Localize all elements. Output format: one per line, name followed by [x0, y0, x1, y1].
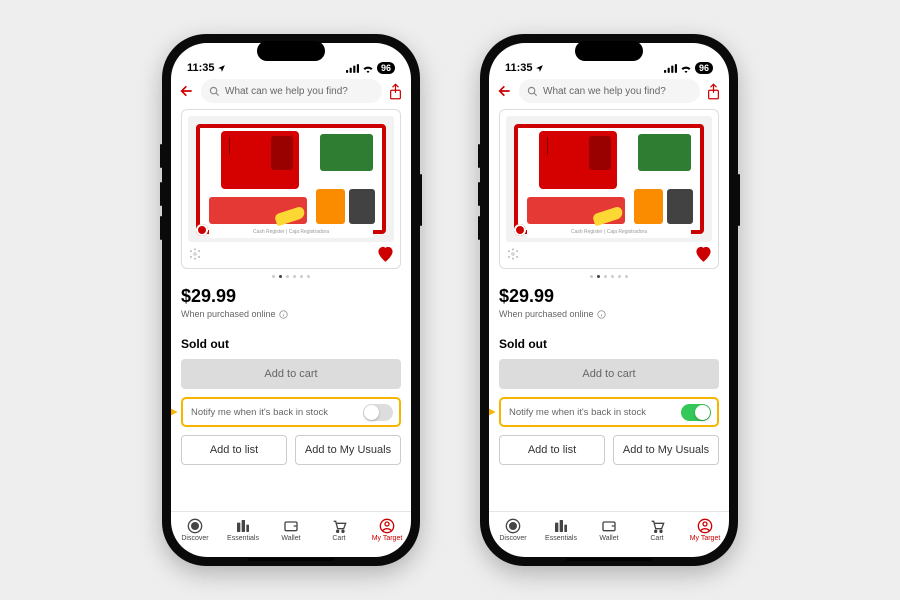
status-time: 11:35 — [187, 62, 215, 74]
battery-pill: 96 — [695, 62, 713, 74]
notify-row: Notify me when it's back in stock — [181, 397, 401, 427]
tab-discover[interactable]: Discover — [489, 512, 537, 547]
add-to-usuals-button[interactable]: Add to My Usuals — [613, 435, 719, 465]
tab-discover[interactable]: Discover — [171, 512, 219, 547]
cell-signal-icon — [664, 64, 677, 73]
dynamic-island — [575, 41, 643, 61]
add-to-usuals-button[interactable]: Add to My Usuals — [295, 435, 401, 465]
favorite-icon[interactable] — [377, 246, 394, 262]
share-icon[interactable] — [388, 83, 403, 100]
screen: 11:35 96 What can we help you find? — [489, 43, 729, 557]
search-icon — [209, 86, 220, 97]
cart-icon — [331, 518, 347, 534]
cell-signal-icon — [346, 64, 359, 73]
account-icon — [697, 518, 713, 534]
product-card: Cash Register | Caja Registradora — [499, 109, 719, 269]
home-indicator[interactable] — [566, 558, 652, 562]
tab-essentials[interactable]: Essentials — [537, 512, 585, 547]
share-icon[interactable] — [706, 83, 721, 100]
stock-status: Sold out — [499, 337, 719, 351]
product-image[interactable]: Cash Register | Caja Registradora — [188, 116, 394, 242]
notify-label: Notify me when it's back in stock — [509, 407, 646, 418]
product-image[interactable]: Cash Register | Caja Registradora — [506, 116, 712, 242]
price-context: When purchased online — [181, 309, 401, 319]
home-indicator[interactable] — [248, 558, 334, 562]
add-to-list-button[interactable]: Add to list — [499, 435, 605, 465]
tab-mytarget[interactable]: My Target — [363, 512, 411, 547]
add-to-cart-button[interactable]: Add to cart — [181, 359, 401, 389]
tab-cart[interactable]: Cart — [633, 512, 681, 547]
callout-arrow-icon — [171, 401, 181, 423]
location-icon — [535, 64, 544, 73]
tab-mytarget[interactable]: My Target — [681, 512, 729, 547]
screen: 11:35 96 What can we help you find? — [171, 43, 411, 557]
search-row: What can we help you find? — [489, 75, 729, 109]
essentials-icon — [553, 518, 569, 534]
back-icon[interactable] — [497, 83, 513, 99]
essentials-icon — [235, 518, 251, 534]
ar-view-icon[interactable] — [188, 247, 202, 261]
stock-status: Sold out — [181, 337, 401, 351]
search-row: What can we help you find? — [171, 75, 411, 109]
price-context: When purchased online — [499, 309, 719, 319]
account-icon — [379, 518, 395, 534]
dynamic-island — [257, 41, 325, 61]
carousel-dots[interactable] — [499, 275, 719, 278]
tab-bar: Discover Essentials Wallet Cart My Targe… — [489, 511, 729, 557]
tab-essentials[interactable]: Essentials — [219, 512, 267, 547]
info-icon[interactable] — [597, 310, 606, 319]
add-to-cart-button[interactable]: Add to cart — [499, 359, 719, 389]
notify-toggle[interactable] — [681, 404, 711, 421]
phone-mockup-left: 11:35 96 What can we help you find? — [162, 34, 420, 566]
carousel-dots[interactable] — [181, 275, 401, 278]
search-input[interactable]: What can we help you find? — [519, 79, 700, 103]
content: Cash Register | Caja Registradora $29.99… — [489, 109, 729, 511]
ar-view-icon[interactable] — [506, 247, 520, 261]
phone-mockup-right: 11:35 96 What can we help you find? — [480, 34, 738, 566]
info-icon[interactable] — [279, 310, 288, 319]
tab-bar: Discover Essentials Wallet Cart My Targe… — [171, 511, 411, 557]
callout-arrow-icon — [489, 401, 499, 423]
notify-label: Notify me when it's back in stock — [191, 407, 328, 418]
price: $29.99 — [499, 286, 719, 307]
status-time: 11:35 — [505, 62, 533, 74]
wifi-icon — [680, 64, 692, 73]
target-logo-icon — [187, 518, 203, 534]
favorite-icon[interactable] — [695, 246, 712, 262]
search-placeholder: What can we help you find? — [225, 86, 348, 97]
search-icon — [527, 86, 538, 97]
content: Cash Register | Caja Registradora $29.99… — [171, 109, 411, 511]
notify-toggle[interactable] — [363, 404, 393, 421]
tab-wallet[interactable]: Wallet — [585, 512, 633, 547]
search-input[interactable]: What can we help you find? — [201, 79, 382, 103]
wifi-icon — [362, 64, 374, 73]
target-logo-icon — [505, 518, 521, 534]
back-icon[interactable] — [179, 83, 195, 99]
notify-row: Notify me when it's back in stock — [499, 397, 719, 427]
tab-wallet[interactable]: Wallet — [267, 512, 315, 547]
location-icon — [217, 64, 226, 73]
search-placeholder: What can we help you find? — [543, 86, 666, 97]
tab-cart[interactable]: Cart — [315, 512, 363, 547]
add-to-list-button[interactable]: Add to list — [181, 435, 287, 465]
cart-icon — [649, 518, 665, 534]
price: $29.99 — [181, 286, 401, 307]
product-card: Cash Register | Caja Registradora — [181, 109, 401, 269]
wallet-icon — [283, 518, 299, 534]
wallet-icon — [601, 518, 617, 534]
battery-pill: 96 — [377, 62, 395, 74]
